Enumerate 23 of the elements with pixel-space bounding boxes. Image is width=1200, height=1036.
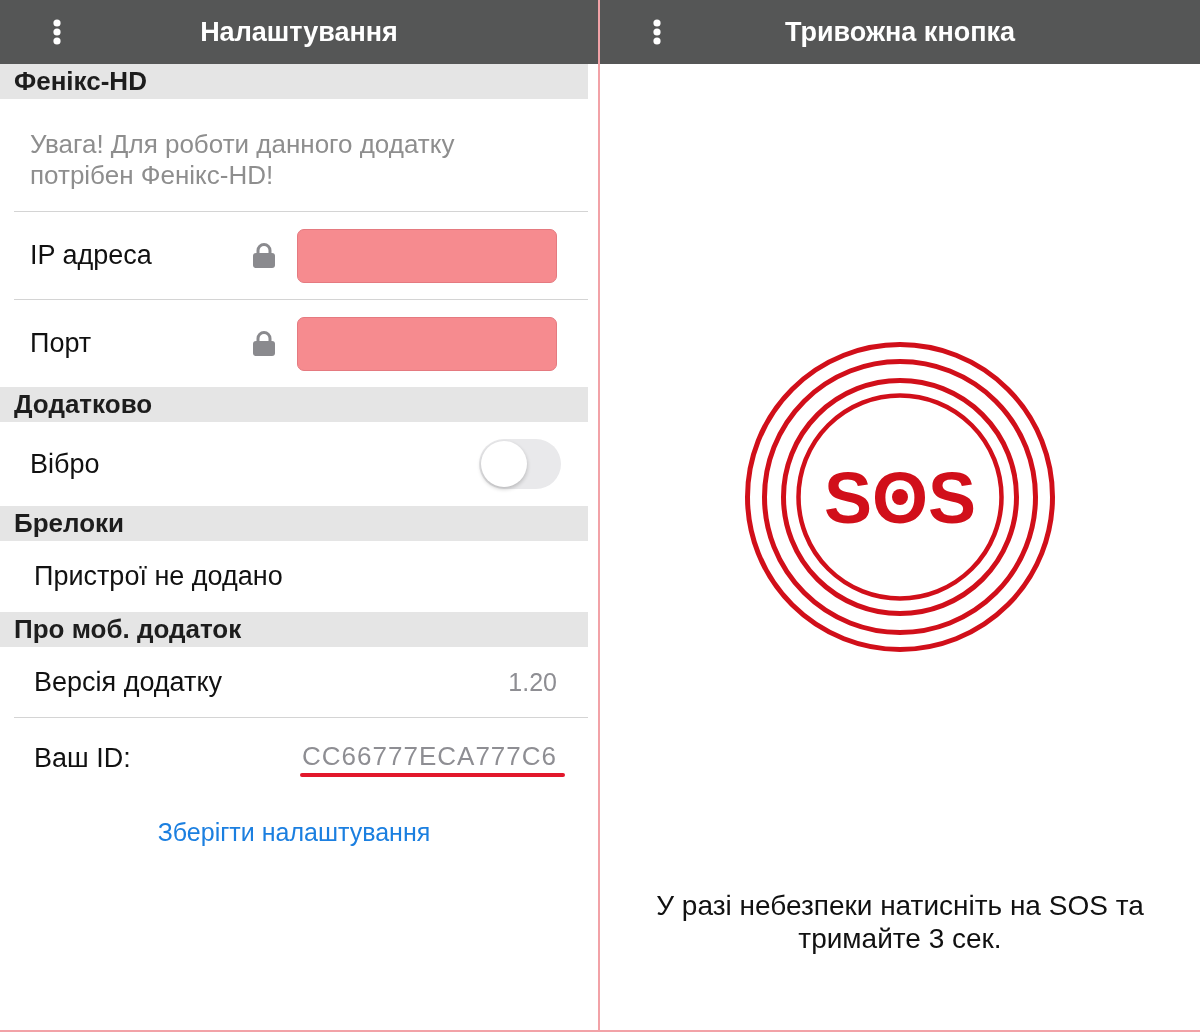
info-label: Ваш ID:: [34, 743, 131, 774]
info-value: 1.20: [508, 667, 557, 697]
toggle-switch[interactable]: [479, 439, 561, 489]
section-header: Додатково: [0, 387, 588, 422]
field-label: Порт: [30, 328, 92, 359]
sos-button[interactable]: SOS: [742, 339, 1058, 655]
more-menu-icon[interactable]: [53, 19, 61, 45]
section-header: Брелоки: [0, 506, 588, 541]
info-label: Версія додатку: [34, 666, 222, 698]
screen-title: Налаштування: [200, 16, 398, 48]
warning-note: Увага! Для роботи данного додатку потрібен Фенікс-HD!: [29, 128, 456, 192]
empty-devices-text: Пристрої не додано: [34, 561, 283, 592]
setting-label: Вібро: [30, 448, 100, 480]
screen-title: Тривожна кнопка: [784, 16, 1016, 48]
field-label: IP адреса: [30, 240, 152, 271]
info-value: CC66777ECA777C6: [302, 740, 557, 772]
sos-instruction: У разі небезпеки натисніть на SOS та тримайте 3 сек.: [655, 889, 1145, 955]
input-field[interactable]: [297, 228, 557, 283]
section-header: Фенікс-HD: [0, 64, 588, 99]
section-header: Про моб. додаток: [0, 612, 588, 647]
more-menu-icon[interactable]: [653, 19, 661, 45]
save-settings-link[interactable]: Зберігти налаштування: [157, 818, 431, 846]
input-field[interactable]: [297, 316, 557, 371]
